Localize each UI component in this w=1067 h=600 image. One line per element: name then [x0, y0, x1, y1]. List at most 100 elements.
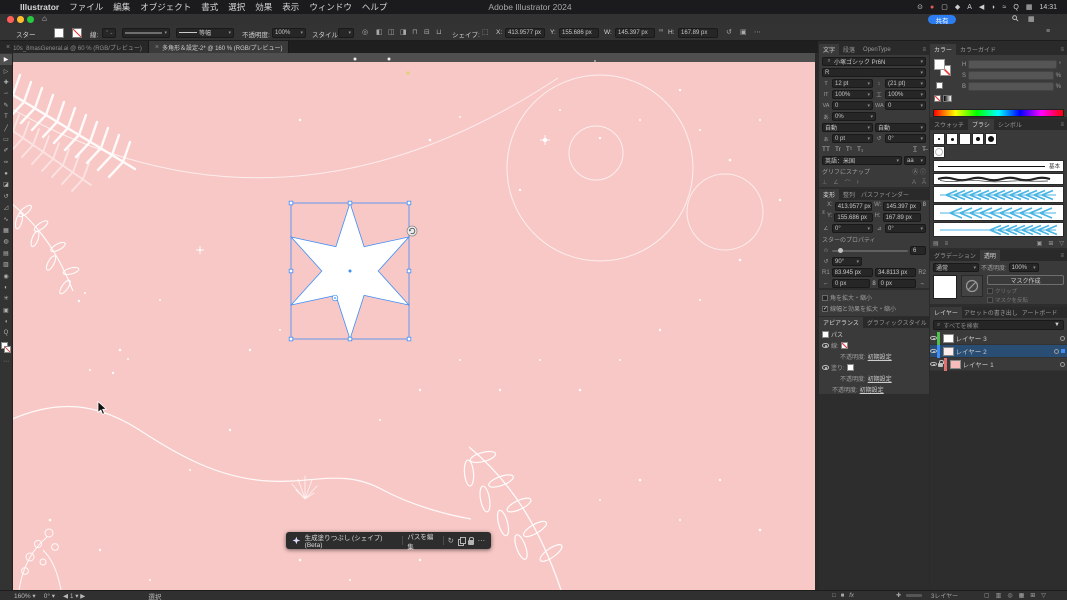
menu-item-2[interactable]: オブジェクト [140, 1, 191, 13]
lock-icon[interactable] [938, 363, 943, 367]
panel-menu-icon[interactable]: ≡ [922, 44, 929, 55]
invert-mask-checkbox[interactable] [987, 297, 993, 303]
minimize-window-button[interactable] [17, 16, 24, 23]
snap-angle-icon[interactable]: ∠ [833, 179, 838, 186]
make-clip-mask-icon[interactable]: ▥ [996, 592, 1002, 599]
x-field[interactable]: 413.9577 px [505, 28, 545, 38]
transparency-opacity-field[interactable]: 100%▾ [1009, 263, 1039, 272]
transform-icon[interactable]: ↺ [726, 28, 732, 36]
reference-point-locator[interactable] [822, 202, 825, 222]
tool-gradient[interactable]: ▨ [0, 259, 12, 270]
fill-proxy-swatch[interactable] [934, 59, 945, 70]
wifi-icon[interactable]: ≈ [1003, 4, 1007, 11]
star-angle-field[interactable]: 90°▾ [832, 257, 862, 266]
appearance-fx-icon[interactable]: fx [849, 593, 854, 599]
star-points-slider[interactable] [832, 250, 908, 252]
target-circle-icon[interactable] [1060, 362, 1065, 367]
saturation-field[interactable] [968, 71, 1054, 80]
subscript-button[interactable]: T₁ [857, 146, 863, 153]
fill-color-swatch[interactable] [847, 364, 854, 371]
visibility-eye-icon[interactable] [930, 362, 937, 367]
scale-corners-checkbox[interactable] [822, 295, 828, 301]
visibility-eye-icon[interactable] [822, 365, 829, 370]
tab-transform[interactable]: 変形 [819, 189, 839, 200]
tab-swatches[interactable]: スウォッチ [930, 119, 968, 130]
visibility-eye-icon[interactable] [822, 343, 829, 348]
layers-search-input[interactable]: ⌕ すべてを検索 ▼ [933, 320, 1064, 330]
fill-swatch[interactable] [54, 28, 64, 38]
snap-curve-icon[interactable]: ⌒ [845, 178, 851, 187]
menu-item-6[interactable]: 表示 [282, 1, 299, 13]
tool-direct-selection[interactable]: ▷ [0, 65, 12, 76]
color-spectrum-bar[interactable] [933, 109, 1064, 117]
tool-magic-wand[interactable]: ✚ [0, 77, 12, 88]
rotate-field[interactable]: 0°▾ [832, 224, 873, 233]
doc-tab-2-active[interactable]: × 多角形＆設定-2* @ 160 % (RGB/プレビュー) [149, 41, 290, 53]
char-rotation-field[interactable]: 0°▾ [885, 134, 926, 143]
constrain-wh-icon[interactable]: 8 [923, 202, 926, 222]
tool-artboard[interactable]: ▣ [0, 305, 12, 316]
brush-definition[interactable]: 等幅▾ [176, 28, 234, 38]
align-left-icon[interactable]: ◧ [376, 28, 383, 36]
tool-width[interactable]: ∿ [0, 213, 12, 224]
constrain-proportions-icon[interactable]: ∞ [659, 28, 663, 34]
tab-artboards[interactable]: アートボード [1020, 307, 1060, 318]
tab-layers[interactable]: レイヤー [930, 307, 962, 318]
tracking-field[interactable]: 0▾ [885, 101, 926, 110]
scale-strokes-checkbox[interactable] [822, 306, 828, 312]
brush-feather-1[interactable] [933, 186, 1064, 203]
tool-blob-brush[interactable]: ● [0, 168, 12, 179]
zoom-level-select[interactable]: 160% ▾ [14, 592, 36, 600]
aki-right-field[interactable]: 自動▾ [875, 123, 926, 132]
playback-icon[interactable]: ◀ [979, 3, 984, 11]
layer-row-3[interactable]: レイヤー 3 [930, 332, 1067, 345]
isolate-icon[interactable]: ▣ [740, 28, 747, 36]
tab-appearance[interactable]: アピアランス [819, 317, 863, 328]
star-corner1-field[interactable]: 0 px [832, 279, 870, 288]
tab-opentype[interactable]: OpenType [859, 44, 895, 55]
fill-opacity-link[interactable]: 初期設定 [868, 374, 892, 383]
brush-feather-2[interactable] [933, 204, 1064, 221]
tool-free-transform[interactable]: ▦ [0, 225, 12, 236]
menu-item-4[interactable]: 選択 [228, 1, 245, 13]
w-field[interactable]: 145.397 px [615, 28, 655, 38]
brush-strokes-icon[interactable]: ≡ [945, 241, 949, 247]
stroke-weight-stepper[interactable]: ⌃⌄ [102, 28, 116, 38]
star-r1-field[interactable]: 83.945 px [832, 268, 873, 277]
snap-a1-icon[interactable]: A [912, 180, 916, 186]
clip-checkbox[interactable] [987, 288, 993, 294]
tool-mesh[interactable]: ▤ [0, 248, 12, 259]
variable-width-profile[interactable]: ▾ [122, 28, 170, 38]
control-center-icon[interactable]: ▦ [1026, 3, 1033, 11]
app-menu[interactable]: Illustrator [20, 2, 59, 12]
brush-options-icon[interactable]: ▣ [1037, 240, 1043, 247]
doc-tab-1[interactable]: × 10s_8masGeneral.ai @ 60 % (RGB/プレビュー) [0, 41, 149, 53]
tool-eyedropper[interactable]: ◉ [0, 270, 12, 281]
new-layer-icon[interactable]: ⊞ [1030, 592, 1035, 599]
more-icon[interactable]: ⋯ [478, 536, 486, 545]
tab-color[interactable]: カラー [930, 44, 956, 55]
transform-y-field[interactable]: 155.686 px [834, 213, 872, 222]
artboard-nav[interactable]: ◀ 1 ▾ ▶ [63, 592, 85, 600]
shield-icon[interactable]: ◆ [955, 3, 960, 11]
brightness-field[interactable] [968, 82, 1054, 91]
all-caps-button[interactable]: TT [822, 146, 830, 153]
transform-x-field[interactable]: 413.9577 px [835, 202, 872, 211]
brush-dot-4[interactable] [972, 133, 984, 145]
rotation-select[interactable]: 0° ▾ [44, 592, 55, 600]
none-mini-swatch[interactable] [934, 95, 941, 102]
stroke-swatch[interactable] [72, 28, 82, 38]
menu-item-1[interactable]: 編集 [113, 1, 130, 13]
delete-layer-icon[interactable]: ▽ [1041, 592, 1046, 599]
align-right-icon[interactable]: ◨ [400, 28, 407, 36]
small-caps-button[interactable]: Tr [835, 146, 841, 153]
superscript-button[interactable]: T¹ [846, 146, 852, 153]
make-mask-button[interactable]: マスク作成 [987, 275, 1064, 285]
blend-mode-select[interactable]: 通常▾ [933, 263, 979, 272]
mini-slider[interactable] [906, 594, 922, 597]
panel-menu-icon[interactable]: ≡ [1060, 44, 1067, 55]
target-circle-icon[interactable] [1054, 349, 1059, 354]
add-icon[interactable]: ✚ [896, 592, 901, 599]
tool-scale[interactable]: ◿ [0, 202, 12, 213]
tool-rectangle[interactable]: ▭ [0, 134, 12, 145]
